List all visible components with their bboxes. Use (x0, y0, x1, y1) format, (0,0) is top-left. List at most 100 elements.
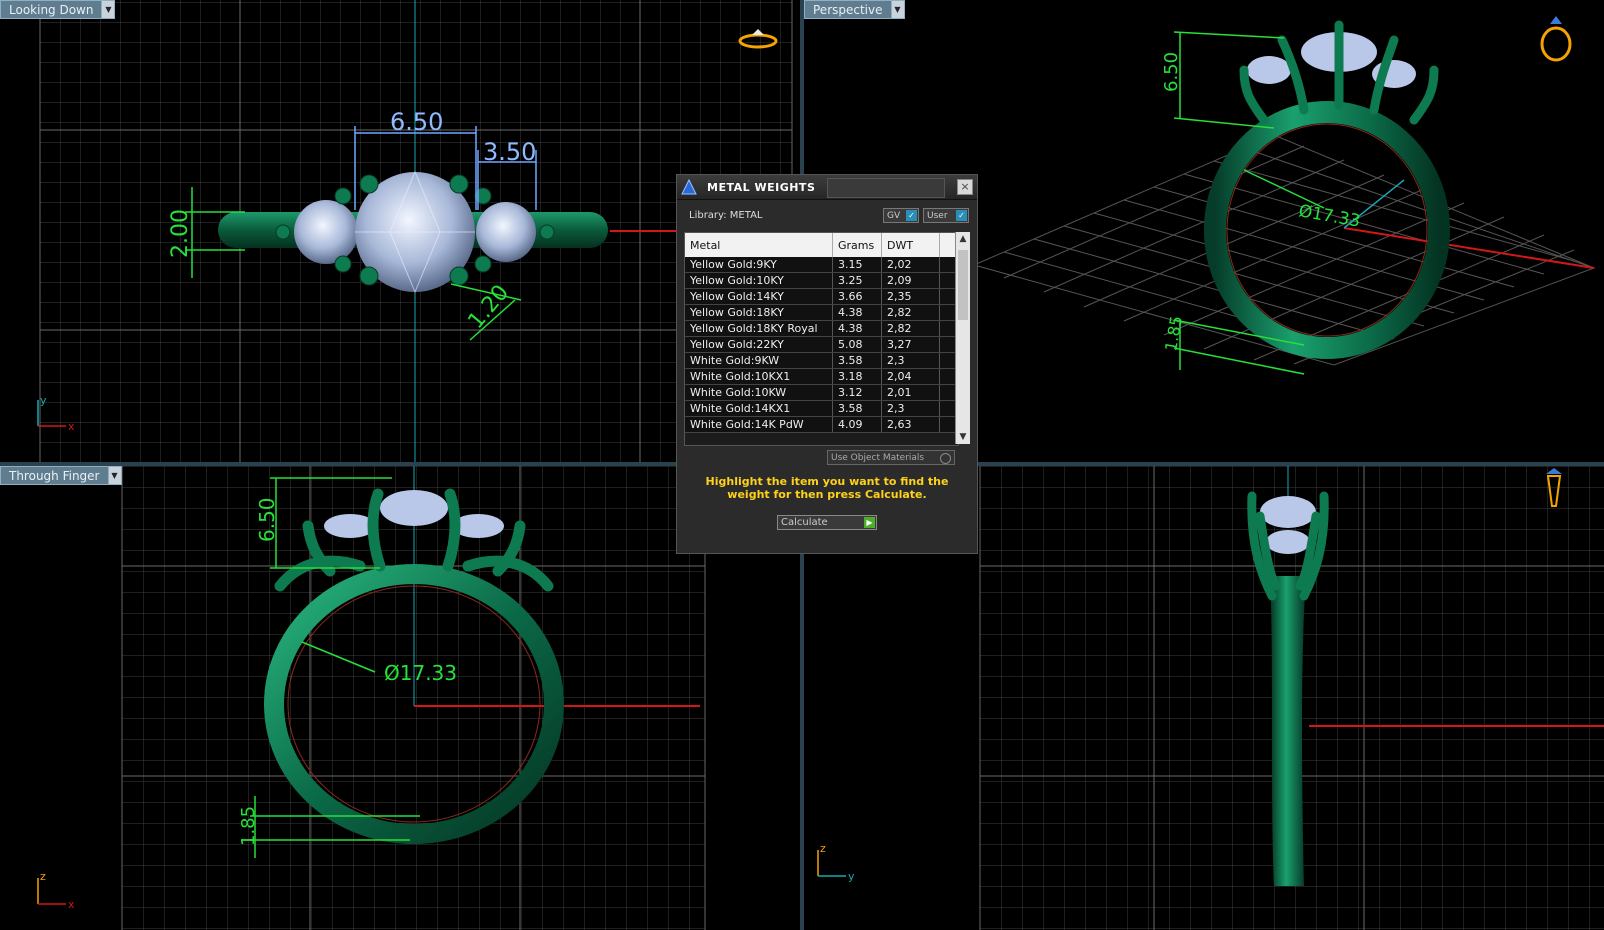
ring-band (1204, 101, 1450, 359)
svg-text:x: x (68, 898, 75, 911)
cell-metal: Yellow Gold:10KY (685, 273, 833, 288)
scroll-up-icon[interactable]: ▲ (956, 232, 970, 246)
chevron-down-icon[interactable]: ▼ (891, 0, 905, 19)
cell-dwt: 2,01 (882, 385, 940, 400)
dim-side-label: 3.50 (483, 138, 536, 166)
table-row[interactable]: Yellow Gold:18KY Royal 4.38 2,82 (685, 321, 958, 337)
calculate-button[interactable]: Calculate ▶ (777, 515, 877, 530)
table-body: Yellow Gold:9KY 3.15 2,02 Yellow Gold:10KY 3… (685, 257, 958, 433)
dialog-title-tab (827, 178, 945, 198)
cell-grams: 5.08 (833, 337, 882, 352)
viewport-title: Looking Down (0, 0, 103, 19)
cell-metal: White Gold:14KX1 (685, 401, 833, 416)
cell-grams: 3.18 (833, 369, 882, 384)
user-label: User (927, 210, 948, 221)
svg-text:y: y (40, 394, 47, 407)
cell-metal: Yellow Gold:18KY (685, 305, 833, 320)
cell-grams: 4.38 (833, 321, 882, 336)
cell-grams: 3.15 (833, 257, 882, 272)
dim-diameter-label: Ø17.33 (1297, 201, 1362, 231)
app-logo-icon (677, 175, 701, 199)
use-object-materials-option[interactable]: Use Object Materials (827, 450, 955, 465)
cell-dwt: 2,04 (882, 369, 940, 384)
cell-metal: Yellow Gold:14KY (685, 289, 833, 304)
table-row[interactable]: White Gold:10KX1 3.18 2,04 (685, 369, 958, 385)
dim-height-label: 2.00 (168, 209, 193, 258)
cell-dwt: 2,3 (882, 401, 940, 416)
dialog-titlebar[interactable]: METAL WEIGHTS × (677, 175, 977, 200)
cell-dwt: 2,63 (882, 417, 940, 432)
dialog-title: METAL WEIGHTS (707, 180, 816, 194)
user-toggle[interactable]: User ✓ (923, 208, 969, 223)
cell-metal: White Gold:10KW (685, 385, 833, 400)
table-row[interactable]: Yellow Gold:14KY 3.66 2,35 (685, 289, 958, 305)
cell-metal: White Gold:9KW (685, 353, 833, 368)
close-button[interactable]: × (957, 179, 973, 195)
table-row[interactable]: White Gold:14K PdW 4.09 2,63 (685, 417, 958, 433)
viewport-title: Through Finger (0, 466, 109, 485)
metal-weights-table[interactable]: Metal Grams DWT Yellow Gold:9KY 3.15 2,02 Y… (684, 232, 959, 446)
cell-metal: Yellow Gold:9KY (685, 257, 833, 272)
table-row[interactable]: Yellow Gold:18KY 4.38 2,82 (685, 305, 958, 321)
metal-weights-dialog[interactable]: METAL WEIGHTS × Library: METAL GV ✓ User ✓… (676, 174, 978, 554)
cell-dwt: 2,35 (882, 289, 940, 304)
table-row[interactable]: White Gold:10KW 3.12 2,01 (685, 385, 958, 401)
chevron-down-icon[interactable]: ▼ (102, 0, 116, 19)
side-stone-right (476, 202, 536, 262)
viewport-label-through-finger[interactable]: Through Finger ▼ (0, 466, 122, 485)
use-object-materials-label: Use Object Materials (831, 452, 925, 463)
radio-icon[interactable] (940, 453, 951, 464)
calculate-label: Calculate (781, 517, 828, 528)
library-label: Library: METAL (689, 210, 763, 221)
table-scrollbar[interactable]: ▲ ▼ (955, 232, 970, 444)
cell-dwt: 2,3 (882, 353, 940, 368)
table-row[interactable]: White Gold:9KW 3.58 2,3 (685, 353, 958, 369)
instruction-text: Highlight the item you want to find the … (705, 475, 949, 501)
svg-text:z: z (40, 870, 46, 883)
axis-indicator: z x (37, 870, 75, 911)
cell-metal: White Gold:14K PdW (685, 417, 833, 432)
viewport-label-perspective[interactable]: Perspective ▼ (804, 0, 905, 19)
table-row[interactable]: White Gold:14KX1 3.58 2,3 (685, 401, 958, 417)
cell-grams: 3.25 (833, 273, 882, 288)
column-header-dwt[interactable]: DWT (882, 233, 940, 257)
table-header: Metal Grams DWT (685, 233, 958, 257)
cell-grams: 4.09 (833, 417, 882, 432)
ring-shank (1270, 576, 1306, 886)
column-header-metal[interactable]: Metal (685, 233, 833, 257)
scroll-thumb[interactable] (958, 250, 968, 320)
play-icon: ▶ (864, 517, 875, 528)
gv-label: GV (887, 210, 901, 221)
gv-toggle[interactable]: GV ✓ (883, 208, 919, 223)
cell-dwt: 2,09 (882, 273, 940, 288)
table-row[interactable]: Yellow Gold:10KY 3.25 2,09 (685, 273, 958, 289)
cell-dwt: 2,82 (882, 321, 940, 336)
cell-dwt: 2,82 (882, 305, 940, 320)
table-row[interactable]: Yellow Gold:9KY 3.15 2,02 (685, 257, 958, 273)
svg-text:x: x (68, 420, 75, 433)
cell-metal: Yellow Gold:18KY Royal (685, 321, 833, 336)
dim-width-label: 6.50 (390, 108, 443, 136)
gv-checkbox[interactable]: ✓ (906, 210, 917, 221)
svg-text:y: y (848, 870, 855, 883)
ring-view-icon[interactable] (1540, 16, 1572, 62)
chevron-down-icon[interactable]: ▼ (108, 466, 122, 485)
cell-metal: Yellow Gold:22KY (685, 337, 833, 352)
viewport-title: Perspective (804, 0, 892, 19)
dim-bottom-label: 1.85 (238, 806, 259, 846)
cell-grams: 3.58 (833, 401, 882, 416)
dim-bottom-label: 1.85 (1161, 314, 1186, 352)
user-checkbox[interactable]: ✓ (956, 210, 967, 221)
svg-text:z: z (820, 842, 826, 855)
cell-grams: 3.66 (833, 289, 882, 304)
viewport-label-looking-down[interactable]: Looking Down ▼ (0, 0, 116, 19)
cell-grams: 3.12 (833, 385, 882, 400)
cell-metal: White Gold:10KX1 (685, 369, 833, 384)
scroll-down-icon[interactable]: ▼ (956, 430, 970, 444)
column-header-grams[interactable]: Grams (833, 233, 882, 257)
table-row[interactable]: Yellow Gold:22KY 5.08 3,27 (685, 337, 958, 353)
cell-dwt: 2,02 (882, 257, 940, 272)
side-stone-left (294, 200, 358, 264)
cell-grams: 3.58 (833, 353, 882, 368)
dim-diameter-label: Ø17.33 (384, 661, 457, 685)
